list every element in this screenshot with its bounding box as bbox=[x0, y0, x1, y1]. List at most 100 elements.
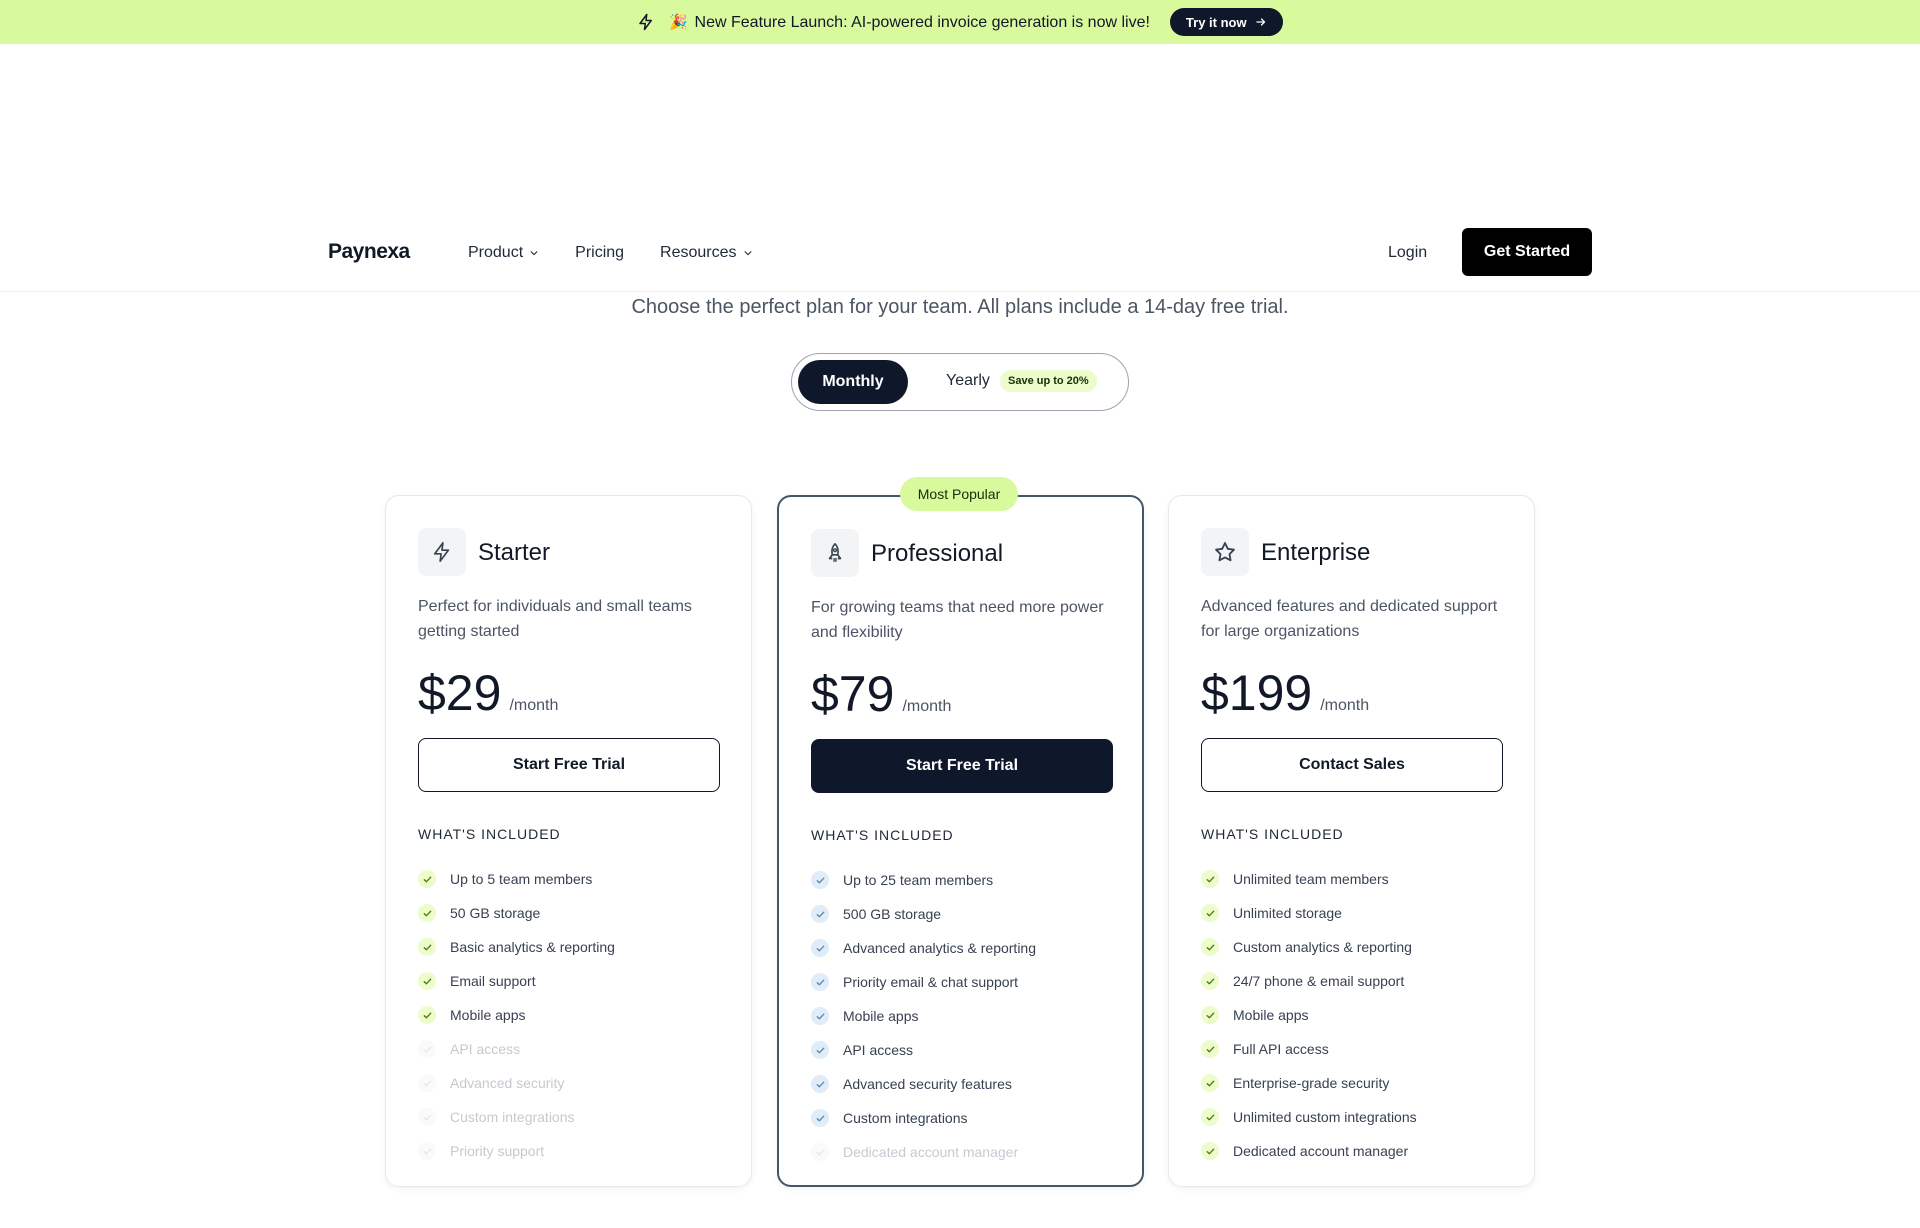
pricing-subtitle: Choose the perfect plan for your team. A… bbox=[631, 296, 1289, 318]
check-icon bbox=[811, 905, 829, 923]
feature-item: Advanced analytics & reporting bbox=[811, 931, 1036, 965]
start-free-trial-button[interactable]: Start Free Trial bbox=[418, 738, 720, 792]
feature-text: Mobile apps bbox=[843, 1008, 919, 1024]
feature-item: Dedicated account manager bbox=[1201, 1134, 1417, 1168]
feature-text: 500 GB storage bbox=[843, 906, 942, 922]
banner-text: New Feature Launch: AI-powered invoice g… bbox=[694, 13, 1150, 31]
feature-text: 50 GB storage bbox=[450, 905, 541, 921]
feature-text: 24/7 phone & email support bbox=[1233, 973, 1405, 989]
check-icon bbox=[418, 1040, 436, 1058]
login-link[interactable]: Login bbox=[1388, 244, 1427, 262]
contact-sales-button[interactable]: Contact Sales bbox=[1201, 738, 1503, 792]
lightning-icon bbox=[418, 528, 466, 576]
chevron-down-icon bbox=[530, 251, 538, 256]
feature-item: Mobile apps bbox=[811, 999, 1036, 1033]
feature-text: Email support bbox=[450, 973, 536, 989]
feature-item: Up to 5 team members bbox=[418, 862, 615, 896]
price-amount: $199 bbox=[1201, 665, 1313, 721]
yearly-option[interactable]: Yearly bbox=[946, 372, 990, 390]
check-icon bbox=[1201, 1142, 1219, 1160]
feature-item: Unlimited custom integrations bbox=[1201, 1100, 1417, 1134]
feature-text: Full API access bbox=[1233, 1041, 1329, 1057]
chevron-down-icon bbox=[744, 251, 751, 256]
check-icon bbox=[1201, 1074, 1219, 1092]
feature-item: 50 GB storage bbox=[418, 896, 615, 930]
rocket-icon bbox=[811, 529, 859, 577]
try-it-now-label: Try it now bbox=[1185, 14, 1247, 30]
plan-price: $29 /month bbox=[418, 664, 558, 722]
feature-text: Up to 25 team members bbox=[843, 872, 994, 888]
most-popular-badge: Most Popular bbox=[900, 477, 1018, 511]
feature-text: Advanced security bbox=[450, 1075, 565, 1091]
nav-links: Product Pricing Resources bbox=[468, 244, 789, 262]
plan-name: Enterprise bbox=[1261, 539, 1371, 566]
feature-text: Advanced security features bbox=[843, 1076, 1012, 1092]
feature-text: Basic analytics & reporting bbox=[450, 939, 615, 955]
announcement-banner: 🎉 New Feature Launch: AI-powered invoice… bbox=[0, 0, 1920, 44]
feature-item: Email support bbox=[418, 964, 615, 998]
feature-text: Custom integrations bbox=[843, 1110, 968, 1126]
feature-item: Enterprise-grade security bbox=[1201, 1066, 1417, 1100]
feature-text: Enterprise-grade security bbox=[1233, 1075, 1390, 1091]
feature-item: Full API access bbox=[1201, 1032, 1417, 1066]
start-free-trial-button[interactable]: Start Free Trial bbox=[811, 739, 1113, 793]
feature-item: 24/7 phone & email support bbox=[1201, 964, 1417, 998]
nav-item-label: Product bbox=[468, 244, 524, 261]
check-icon bbox=[811, 1007, 829, 1025]
nav-item-resources[interactable]: Resources bbox=[660, 244, 752, 262]
check-icon bbox=[418, 1074, 436, 1092]
price-amount: $79 bbox=[811, 666, 895, 722]
included-heading: WHAT'S INCLUDED bbox=[1201, 826, 1344, 842]
check-icon bbox=[811, 973, 829, 991]
check-icon bbox=[418, 972, 436, 990]
feature-text: Advanced analytics & reporting bbox=[843, 940, 1036, 956]
feature-text: Mobile apps bbox=[1233, 1007, 1309, 1023]
plan-price: $79 /month bbox=[811, 665, 951, 723]
feature-item: API access bbox=[418, 1032, 615, 1066]
plan-card-starter: Starter Perfect for individuals and smal… bbox=[385, 495, 752, 1187]
feature-text: Dedicated account manager bbox=[843, 1144, 1019, 1160]
plan-card-enterprise: Enterprise Advanced features and dedicat… bbox=[1168, 495, 1535, 1187]
feature-item: Custom integrations bbox=[418, 1100, 615, 1134]
check-icon bbox=[1201, 1006, 1219, 1024]
nav-item-pricing[interactable]: Pricing bbox=[575, 244, 624, 262]
feature-item: Up to 25 team members bbox=[811, 863, 1036, 897]
logo[interactable]: Paynexa bbox=[328, 240, 410, 264]
plan-name: Starter bbox=[478, 539, 551, 566]
check-icon bbox=[1201, 904, 1219, 922]
feature-item: Dedicated account manager bbox=[811, 1135, 1036, 1169]
feature-item: Advanced security features bbox=[811, 1067, 1036, 1101]
feature-item: Advanced security bbox=[418, 1066, 615, 1100]
get-started-button[interactable]: Get Started bbox=[1462, 228, 1592, 276]
feature-text: Mobile apps bbox=[450, 1007, 526, 1023]
feature-item: Custom integrations bbox=[811, 1101, 1036, 1135]
check-icon bbox=[811, 939, 829, 957]
included-heading: WHAT'S INCLUDED bbox=[811, 827, 954, 843]
try-it-now-button[interactable]: Try it now bbox=[1169, 8, 1283, 36]
check-icon bbox=[1201, 1108, 1219, 1126]
feature-text: Dedicated account manager bbox=[1233, 1143, 1409, 1159]
feature-item: Priority email & chat support bbox=[811, 965, 1036, 999]
feature-list: Unlimited team members Unlimited storage C… bbox=[1201, 862, 1417, 1168]
feature-text: Custom integrations bbox=[450, 1109, 575, 1125]
billing-toggle: Monthly Yearly Save up to 20% bbox=[791, 353, 1129, 411]
star-icon bbox=[1201, 528, 1249, 576]
feature-text: Unlimited storage bbox=[1233, 905, 1342, 921]
check-icon bbox=[811, 1109, 829, 1127]
feature-list: Up to 5 team members 50 GB storage Basic a… bbox=[418, 862, 615, 1168]
check-icon bbox=[811, 1041, 829, 1059]
feature-item: 500 GB storage bbox=[811, 897, 1036, 931]
monthly-option[interactable]: Monthly bbox=[798, 360, 908, 404]
price-amount: $29 bbox=[418, 665, 502, 721]
check-icon bbox=[1201, 938, 1219, 956]
check-icon bbox=[418, 938, 436, 956]
feature-item: Unlimited storage bbox=[1201, 896, 1417, 930]
feature-text: Priority email & chat support bbox=[843, 974, 1019, 990]
feature-text: Custom analytics & reporting bbox=[1233, 939, 1412, 955]
price-period: /month bbox=[509, 697, 559, 714]
price-period: /month bbox=[902, 698, 952, 715]
check-icon bbox=[1201, 1040, 1219, 1058]
feature-item: Mobile apps bbox=[1201, 998, 1417, 1032]
check-icon bbox=[811, 1143, 829, 1161]
nav-item-product[interactable]: Product bbox=[468, 244, 539, 262]
